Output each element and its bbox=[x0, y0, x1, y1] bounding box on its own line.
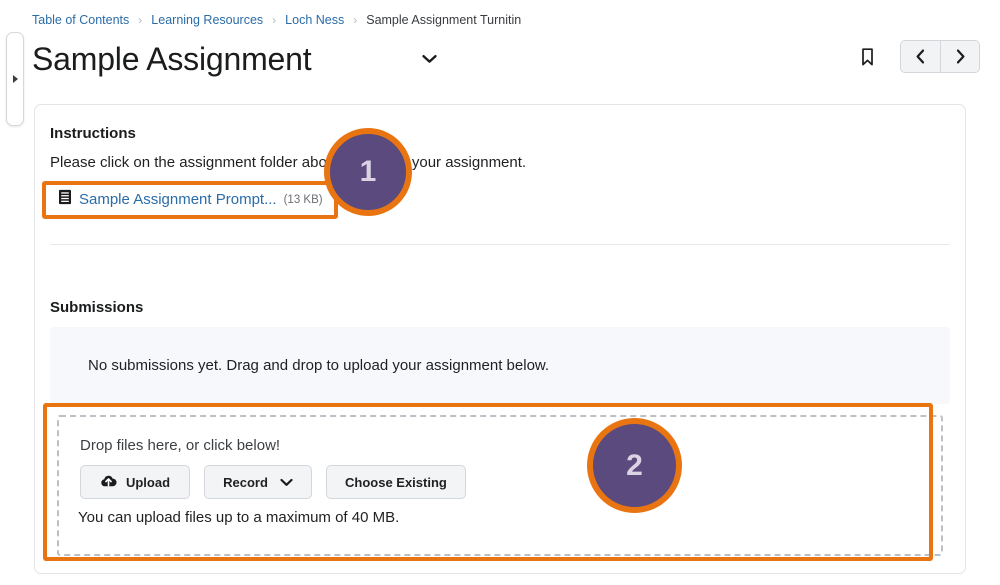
breadcrumb-item-current: Sample Assignment Turnitin bbox=[366, 13, 522, 27]
dropzone-buttons: Upload Record Choose Existing bbox=[80, 465, 466, 499]
breadcrumb-item-table-of-contents[interactable]: Table of Contents bbox=[32, 12, 129, 28]
dropzone-size-note: You can upload files up to a maximum of … bbox=[78, 509, 400, 526]
breadcrumb-separator: › bbox=[353, 13, 358, 27]
section-divider bbox=[50, 244, 950, 245]
page-title: Sample Assignment bbox=[32, 40, 312, 77]
instructions-heading: Instructions bbox=[50, 125, 136, 142]
file-dropzone[interactable]: Drop files here, or click below! Upload … bbox=[57, 415, 943, 556]
breadcrumb-separator: › bbox=[138, 13, 143, 27]
file-document-icon bbox=[58, 189, 72, 210]
bookmark-icon[interactable] bbox=[856, 44, 878, 70]
annotation-badge-1: 1 bbox=[324, 128, 412, 216]
submissions-heading: Submissions bbox=[50, 299, 144, 316]
dropzone-title: Drop files here, or click below! bbox=[80, 437, 281, 454]
attachment-row[interactable]: Sample Assignment Prompt... (13 KB) bbox=[48, 183, 337, 216]
submissions-empty-panel: No submissions yet. Drag and drop to upl… bbox=[50, 327, 950, 404]
assignment-card: Instructions Please click on the assignm… bbox=[34, 104, 966, 574]
page-navigation bbox=[900, 40, 980, 73]
record-button[interactable]: Record bbox=[204, 465, 312, 499]
submissions-empty-message: No submissions yet. Drag and drop to upl… bbox=[88, 357, 550, 374]
title-actions bbox=[856, 40, 980, 73]
breadcrumb-item-loch-ness[interactable]: Loch Ness bbox=[285, 12, 344, 28]
cloud-upload-icon bbox=[100, 474, 117, 491]
upload-button[interactable]: Upload bbox=[80, 465, 190, 499]
breadcrumb-item-learning-resources[interactable]: Learning Resources bbox=[151, 12, 263, 28]
attachment-size: (13 KB) bbox=[283, 193, 323, 206]
record-button-label: Record bbox=[223, 474, 268, 490]
instructions-body: Please click on the assignment folder ab… bbox=[50, 154, 527, 171]
choose-existing-button-label: Choose Existing bbox=[345, 474, 447, 490]
page-title-row: Sample Assignment bbox=[32, 34, 980, 84]
breadcrumb: Table of Contents › Learning Resources ›… bbox=[32, 12, 521, 28]
previous-page-button[interactable] bbox=[901, 41, 940, 72]
annotation-badge-2: 2 bbox=[587, 418, 682, 513]
chevron-down-icon bbox=[280, 475, 293, 490]
attachment-link[interactable]: Sample Assignment Prompt... bbox=[79, 191, 277, 208]
chevron-down-icon[interactable] bbox=[416, 46, 442, 72]
upload-button-label: Upload bbox=[125, 474, 171, 490]
next-page-button[interactable] bbox=[940, 41, 979, 72]
breadcrumb-separator: › bbox=[272, 13, 277, 27]
choose-existing-button[interactable]: Choose Existing bbox=[326, 465, 466, 499]
expand-panel-handle[interactable] bbox=[6, 32, 24, 126]
expand-panel-triangle-icon bbox=[12, 75, 18, 83]
